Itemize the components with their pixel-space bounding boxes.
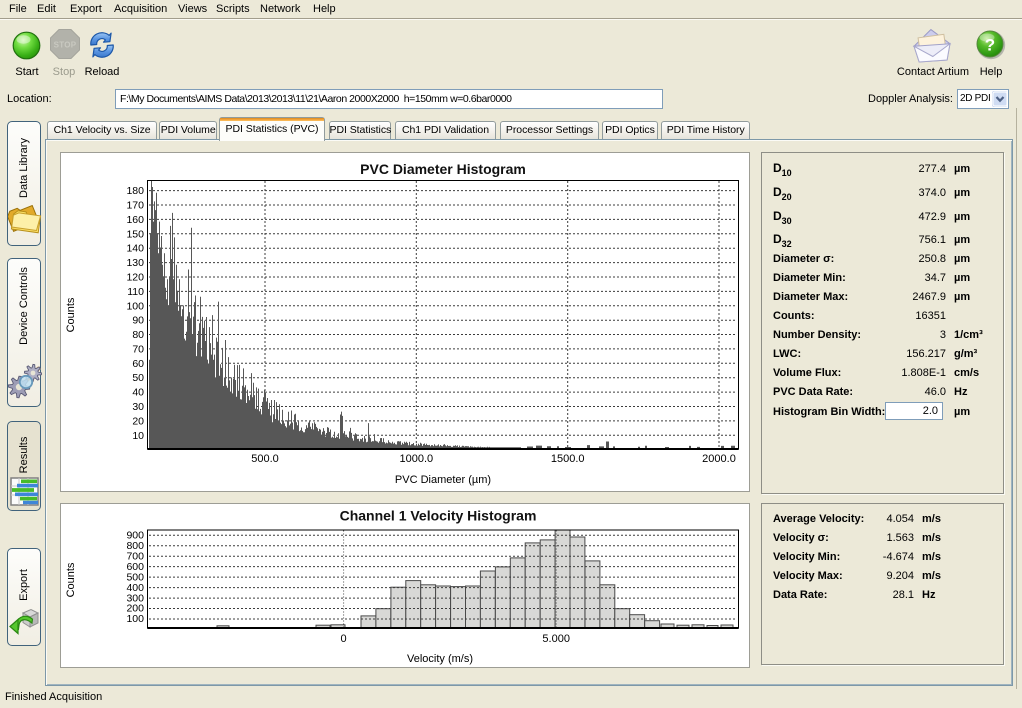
svg-text:400: 400 — [126, 582, 144, 594]
svg-text:150: 150 — [126, 228, 144, 240]
svg-text:Velocity (m/s): Velocity (m/s) — [407, 653, 473, 665]
svg-text:700: 700 — [126, 550, 144, 562]
svg-text:160: 160 — [126, 214, 144, 226]
svg-text:50: 50 — [132, 372, 144, 384]
svg-text:100: 100 — [126, 613, 144, 625]
svg-text:PVC Diameter (µm): PVC Diameter (µm) — [395, 474, 491, 486]
svg-text:500.0: 500.0 — [251, 453, 279, 465]
svg-text:130: 130 — [126, 257, 144, 269]
svg-text:90: 90 — [132, 315, 144, 327]
svg-text:600: 600 — [126, 561, 144, 573]
svg-text:200: 200 — [126, 603, 144, 615]
svg-text:10: 10 — [132, 430, 144, 442]
svg-text:1500.0: 1500.0 — [551, 453, 585, 465]
svg-text:40: 40 — [132, 387, 144, 399]
svg-text:Counts: Counts — [65, 562, 77, 597]
svg-text:80: 80 — [132, 329, 144, 341]
svg-text:170: 170 — [126, 200, 144, 212]
svg-text:2000.0: 2000.0 — [702, 453, 736, 465]
svg-text:PVC Diameter Histogram: PVC Diameter Histogram — [360, 161, 526, 177]
svg-text:Channel 1 Velocity Histogram: Channel 1 Velocity Histogram — [340, 508, 537, 524]
svg-text:180: 180 — [126, 185, 144, 197]
svg-text:110: 110 — [127, 286, 144, 298]
svg-text:500: 500 — [126, 571, 144, 583]
svg-text:1000.0: 1000.0 — [399, 453, 433, 465]
svg-text:900: 900 — [126, 529, 144, 541]
svg-text:70: 70 — [132, 343, 144, 355]
svg-text:140: 140 — [126, 243, 144, 255]
svg-text:800: 800 — [126, 540, 144, 552]
svg-text:30: 30 — [132, 401, 144, 413]
svg-text:20: 20 — [132, 415, 144, 427]
svg-text:Counts: Counts — [65, 297, 77, 332]
svg-text:5.000: 5.000 — [542, 633, 570, 645]
svg-text:0: 0 — [341, 633, 347, 645]
svg-text:100: 100 — [126, 300, 144, 312]
svg-text:120: 120 — [126, 272, 144, 284]
svg-text:?: ? — [985, 36, 995, 55]
svg-text:60: 60 — [132, 358, 144, 370]
svg-text:STOP: STOP — [54, 41, 77, 50]
svg-text:300: 300 — [126, 592, 144, 604]
